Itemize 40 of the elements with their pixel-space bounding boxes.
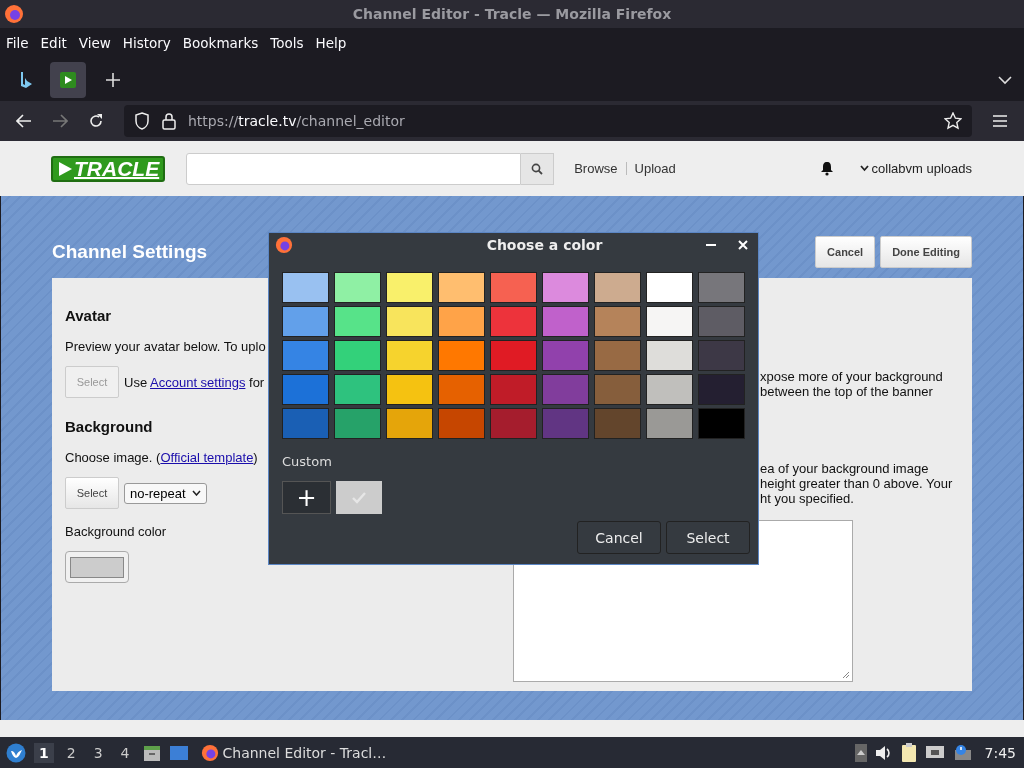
custom-label: Custom — [282, 454, 333, 469]
dialog-button[interactable]: Select — [666, 521, 750, 554]
help-text: xpose more of your background between the top of the banner — [760, 369, 944, 399]
workspace-button[interactable]: 2 — [61, 742, 81, 763]
official-template-link[interactable]: Official template — [160, 450, 254, 465]
add-custom-button[interactable]: + — [282, 481, 331, 514]
avatar-note: Use Account settings for — [124, 374, 265, 390]
site-logo[interactable]: TRACLE — [51, 155, 166, 182]
workspace-button[interactable]: 1 — [34, 742, 54, 763]
workspace-button[interactable]: 3 — [88, 742, 108, 763]
help-text: ea of your background image height greater than 0 above. Your ht you specified. — [760, 461, 954, 506]
url-text: https://tracle.tv/channel_editor — [188, 113, 405, 129]
dialog-button[interactable]: Cancel — [577, 521, 661, 554]
user-menu[interactable]: collabvm uploads — [859, 161, 972, 176]
menu-item[interactable]: View — [78, 35, 111, 51]
page-button[interactable]: Cancel — [815, 235, 876, 268]
select-button[interactable]: Select — [65, 477, 119, 509]
taskbar-task[interactable]: Channel Editor - Tracl… — [196, 743, 391, 762]
account-settings-link[interactable]: Account settings — [150, 374, 246, 390]
nav-link[interactable]: Browse — [574, 161, 618, 176]
menu-item[interactable]: History — [122, 35, 171, 51]
menu-item[interactable]: Tools — [270, 35, 304, 51]
section-heading: Background — [65, 418, 153, 435]
dialog-title: Choose a color — [485, 237, 604, 253]
menu-item[interactable]: File — [6, 35, 29, 51]
avatar-text: Preview your avatar below. To uplo — [65, 339, 266, 354]
menu-item[interactable]: Help — [315, 35, 347, 51]
field-label: Background color — [65, 524, 167, 539]
choose-image-text: Choose image. (Official template) — [65, 450, 258, 465]
menu-item[interactable]: Bookmarks — [182, 35, 259, 51]
nav-link[interactable]: Upload — [634, 161, 676, 176]
menu-item[interactable]: Edit — [40, 35, 67, 51]
page-button[interactable]: Done Editing — [880, 235, 972, 268]
window-title: Channel Editor - Tracle — Mozilla Firefox — [351, 6, 673, 22]
workspace-button[interactable]: 4 — [115, 742, 135, 763]
url-field[interactable]: https://tracle.tv/channel_editor — [124, 105, 972, 137]
repeat-dropdown[interactable]: no-repeat — [124, 482, 207, 504]
clock: 7:45 — [984, 744, 1016, 761]
page-title: Channel Settings — [52, 240, 208, 263]
section-heading: Avatar — [65, 307, 112, 324]
